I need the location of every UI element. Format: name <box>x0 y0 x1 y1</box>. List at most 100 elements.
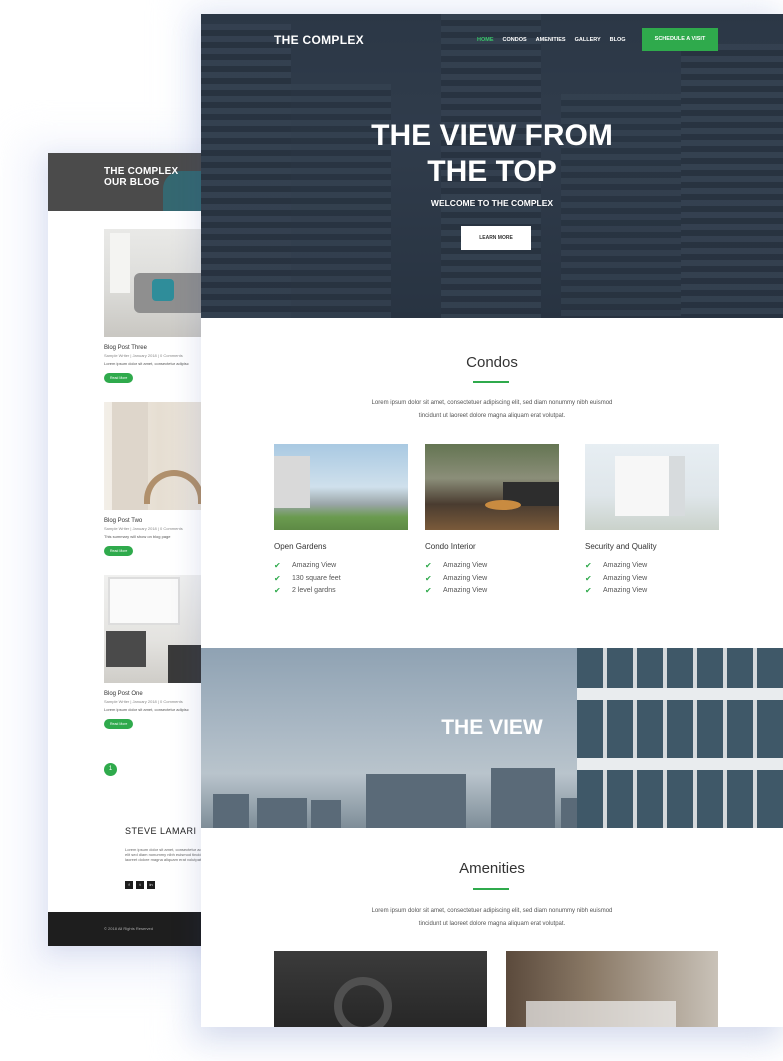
blog-post-meta: Sample Writer | January 2018 | 0 Comment… <box>104 526 183 531</box>
blog-post-image[interactable] <box>104 229 214 337</box>
hero-title: THE VIEW FROM THE TOP <box>201 118 783 190</box>
skyline-building <box>311 800 341 828</box>
blog-post-title[interactable]: Blog Post One <box>104 691 214 697</box>
condo-card-image[interactable] <box>274 444 408 530</box>
feature-item: ✔ 2 level gardns <box>274 585 408 598</box>
feature-list: ✔ Amazing View ✔ 130 square feet ✔ 2 level … <box>274 560 408 598</box>
condo-card-title: Open Gardens <box>274 542 327 551</box>
condo-card-image[interactable] <box>585 444 719 530</box>
feature-label: Amazing View <box>603 574 648 582</box>
feature-item: ✔ Amazing View <box>585 585 719 598</box>
nav-item-home[interactable]: HOME <box>477 37 494 43</box>
rowing-machine-shape <box>334 977 392 1027</box>
feature-item: ✔ 130 square feet <box>274 573 408 586</box>
hero-title-line: THE TOP <box>427 155 557 188</box>
desk-shape <box>526 1001 676 1027</box>
nav-item-blog[interactable]: BLOG <box>610 37 626 43</box>
author-name: STEVE LAMARI <box>125 826 197 836</box>
feature-label: Amazing View <box>603 587 648 594</box>
blog-post-image[interactable] <box>104 575 214 683</box>
blog-header: THE COMPLEX OUR BLOG <box>48 153 223 211</box>
check-icon: ✔ <box>274 573 281 583</box>
read-more-button[interactable]: Read More <box>104 373 134 383</box>
check-icon: ✔ <box>585 586 592 595</box>
pillow-shape <box>152 279 174 301</box>
balcony-ledge <box>577 688 783 700</box>
check-icon: ✔ <box>425 586 432 595</box>
blog-post-card[interactable]: Blog Post One Sample Writer | January 20… <box>104 575 214 730</box>
amenity-image-lounge[interactable] <box>506 951 718 1027</box>
read-more-button[interactable]: Read More <box>104 546 134 556</box>
blog-post-excerpt: Lorem ipsum dolor sit amet, consectetur … <box>104 361 189 366</box>
view-banner-title: THE VIEW <box>441 716 543 739</box>
building-shape <box>274 456 310 508</box>
table-shape <box>485 500 521 510</box>
feature-list: ✔ Amazing View ✔ Amazing View ✔ Amazing Vie… <box>585 560 719 598</box>
feature-item: ✔ Amazing View <box>585 560 719 573</box>
feature-item: ✔ Amazing View <box>274 560 408 573</box>
lamp-shape <box>110 233 130 293</box>
skyline-building <box>213 794 249 828</box>
condos-section-title: Condos <box>466 354 518 371</box>
blog-post-meta: Sample Writer | January 2018 | 0 Comment… <box>104 699 183 704</box>
blog-post-card[interactable]: Blog Post Three Sample Writer | January … <box>104 229 214 384</box>
skyline-building <box>257 798 307 828</box>
site-logo[interactable]: THE COMPLEX <box>274 33 364 47</box>
linkedin-icon[interactable]: in <box>147 881 155 889</box>
nav-item-gallery[interactable]: GALLERY <box>575 37 601 43</box>
social-links: f t in <box>125 881 155 889</box>
chair-shape <box>144 470 204 504</box>
blog-post-image[interactable] <box>104 402 214 510</box>
check-icon: ✔ <box>425 561 432 570</box>
house-shape <box>615 456 685 516</box>
condo-card[interactable]: Security and Quality ✔ Amazing View ✔ Amaz… <box>585 444 719 598</box>
blog-post-title[interactable]: Blog Post Three <box>104 345 214 351</box>
blog-post-excerpt: Lorem ipsum dolor sit amet, consectetur … <box>104 707 189 712</box>
amenity-image-gym[interactable] <box>274 951 487 1027</box>
condo-card-image[interactable] <box>425 444 559 530</box>
check-icon: ✔ <box>585 561 592 570</box>
condo-card[interactable]: Open Gardens ✔ Amazing View ✔ 130 square f… <box>274 444 408 598</box>
feature-label: Amazing View <box>443 574 488 582</box>
feature-label: Amazing View <box>443 562 488 569</box>
nav-item-condos[interactable]: CONDOS <box>503 37 527 43</box>
check-icon: ✔ <box>425 573 432 583</box>
blog-page-preview: THE COMPLEX OUR BLOG Blog Post Three Sam… <box>48 153 223 946</box>
balcony-ledge <box>577 758 783 770</box>
learn-more-button[interactable]: LEARN MORE <box>461 226 531 250</box>
blog-footer: © 2018 All Rights Reserved <box>48 912 223 946</box>
hero-subtitle: WELCOME TO THE COMPLEX <box>430 198 554 208</box>
description-line: Lorem ipsum dolor sit amet, consectetuer… <box>371 400 613 406</box>
blog-post-excerpt: This summary will show on blog page <box>104 534 171 539</box>
condo-card-title: Condo Interior <box>425 542 476 551</box>
schedule-visit-button[interactable]: SCHEDULE A VISIT <box>642 28 718 51</box>
check-icon: ✔ <box>585 573 592 583</box>
nav-item-amenities[interactable]: AMENITIES <box>536 37 566 43</box>
blog-post-title[interactable]: Blog Post Two <box>104 518 214 524</box>
pagination-page-button[interactable]: 1 <box>104 763 117 776</box>
description-line: tincidunt ut laoreet dolore magna aliqua… <box>418 413 566 419</box>
blog-post-card[interactable]: Blog Post Two Sample Writer | January 20… <box>104 402 214 557</box>
feature-label: 130 square feet <box>292 574 341 582</box>
section-divider <box>473 381 509 383</box>
view-banner: THE VIEW <box>201 648 783 828</box>
feature-label: Amazing View <box>603 562 648 569</box>
amenities-section-title: Amenities <box>459 860 525 877</box>
read-more-button[interactable]: Read More <box>104 719 134 729</box>
condos-description: Lorem ipsum dolor sit amet, consectetuer… <box>331 397 653 423</box>
check-icon: ✔ <box>274 586 281 595</box>
feature-label: Amazing View <box>443 587 488 594</box>
feature-list: ✔ Amazing View ✔ Amazing View ✔ Amazing Vie… <box>425 560 559 598</box>
hero-title-line: THE VIEW FROM <box>371 119 613 152</box>
blog-subtitle: OUR BLOG <box>104 177 160 188</box>
mockup-stage: THE COMPLEX OUR BLOG Blog Post Three Sam… <box>0 0 783 1061</box>
condo-card-title: Security and Quality <box>585 542 657 551</box>
skyline-building <box>491 768 555 828</box>
condo-card[interactable]: Condo Interior ✔ Amazing View ✔ Amazing Vi… <box>425 444 559 598</box>
curtain-shape <box>112 402 148 510</box>
skyline-building <box>366 774 466 828</box>
facebook-icon[interactable]: f <box>125 881 133 889</box>
blog-brand: THE COMPLEX <box>104 166 179 177</box>
hero-section: THE COMPLEX HOME CONDOS AMENITIES GALLER… <box>201 14 783 318</box>
twitter-icon[interactable]: t <box>136 881 144 889</box>
